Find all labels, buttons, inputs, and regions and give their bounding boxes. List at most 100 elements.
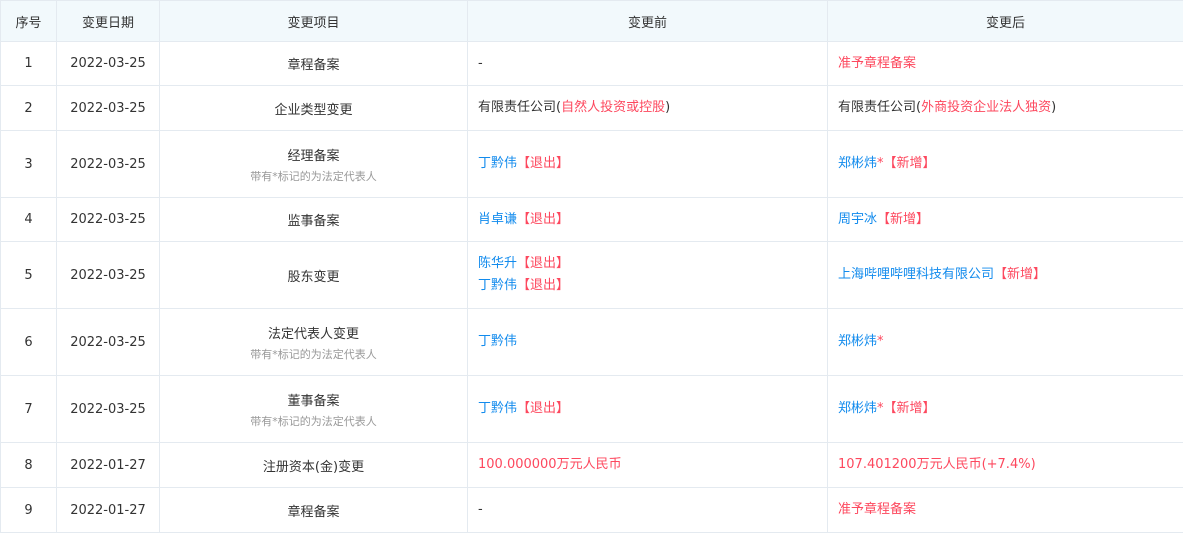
before-cell-line: 丁黔伟【退出】: [478, 275, 817, 297]
table-row: 52022-03-25股东变更陈华升【退出】丁黔伟【退出】上海哔哩哔哩科技有限公…: [1, 242, 1183, 309]
after-cell: 郑彬炜*【新增】: [828, 131, 1183, 198]
before-cell: 陈华升【退出】丁黔伟【退出】: [468, 242, 828, 309]
before-cell-line: 丁黔伟【退出】: [478, 153, 817, 175]
table-row: 12022-03-25 章程备案 - 准予章程备案: [1, 42, 1183, 86]
change-text: 有限责任公司(: [478, 100, 561, 115]
change-item-label: 章程备案: [287, 505, 339, 520]
before-cell-line: 肖卓谦【退出】: [478, 209, 817, 231]
person-link[interactable]: 郑彬炜: [838, 334, 877, 349]
after-cell-line: 107.401200万元人民币(+7.4%): [838, 454, 1173, 476]
after-cell: 107.401200万元人民币(+7.4%): [828, 443, 1183, 488]
before-cell-line: 丁黔伟【退出】: [478, 398, 817, 420]
change-item-label: 经理备案: [287, 149, 339, 164]
row-date: 2022-03-25: [57, 309, 160, 376]
header-index: 序号: [1, 1, 57, 42]
before-cell-line: 陈华升【退出】: [478, 253, 817, 275]
row-item: 经理备案带有*标记的为法定代表人: [160, 131, 468, 198]
row-index: 1: [1, 42, 57, 86]
before-cell: 丁黔伟【退出】: [468, 376, 828, 443]
change-item-label: 章程备案: [287, 58, 339, 73]
change-text: 【退出】: [517, 401, 569, 416]
row-date: 2022-03-25: [57, 376, 160, 443]
row-date: 2022-01-27: [57, 443, 160, 488]
after-cell-line: 准予章程备案: [838, 499, 1173, 521]
before-cell-line: 100.000000万元人民币: [478, 454, 817, 476]
row-index: 7: [1, 376, 57, 443]
table-header-row: 序号 变更日期 变更项目 变更前 变更后: [1, 1, 1183, 42]
header-before: 变更前: [468, 1, 828, 42]
table-row: 92022-01-27章程备案-准予章程备案: [1, 488, 1183, 533]
header-date: 变更日期: [57, 1, 160, 42]
table-body: 12022-03-25章程备案-准予章程备案22022-03-25企业类型变更有…: [1, 42, 1183, 533]
legal-rep-note: 带有*标记的为法定代表人: [170, 346, 457, 362]
row-date: 2022-03-25: [57, 131, 160, 198]
change-item-label: 法定代表人变更: [268, 327, 359, 342]
before-cell: 丁黔伟【退出】: [468, 131, 828, 198]
after-cell-line: 郑彬炜*【新增】: [838, 153, 1173, 175]
before-cell: 丁黔伟: [468, 309, 828, 376]
change-item-label: 企业类型变更: [274, 103, 352, 118]
after-cell-line: 郑彬炜*: [838, 331, 1173, 353]
person-link[interactable]: 肖卓谦: [478, 212, 517, 227]
row-item: 企业类型变更: [160, 86, 468, 131]
row-item: 章程备案: [160, 488, 468, 533]
row-item: 法定代表人变更带有*标记的为法定代表人: [160, 309, 468, 376]
change-item-label: 董事备案: [287, 394, 339, 409]
person-link[interactable]: 丁黔伟: [478, 278, 517, 293]
row-item: 注册资本(金)变更: [160, 443, 468, 488]
before-cell: 100.000000万元人民币: [468, 443, 828, 488]
legal-rep-note: 带有*标记的为法定代表人: [170, 413, 457, 429]
header-item: 变更项目: [160, 1, 468, 42]
change-text: 【新增】: [994, 267, 1046, 282]
table-row: 22022-03-25企业类型变更有限责任公司(自然人投资或控股)有限责任公司(…: [1, 86, 1183, 131]
person-link[interactable]: 丁黔伟: [478, 334, 517, 349]
change-text: 100.000000万元人民币: [478, 457, 622, 472]
before-cell-line: -: [478, 53, 817, 75]
person-link[interactable]: 陈华升: [478, 256, 517, 271]
row-index: 5: [1, 242, 57, 309]
after-cell: 郑彬炜*: [828, 309, 1183, 376]
person-link[interactable]: 丁黔伟: [478, 401, 517, 416]
person-link[interactable]: 上海哔哩哔哩科技有限公司: [838, 267, 994, 282]
change-item-label: 股东变更: [287, 270, 339, 285]
change-text: 有限责任公司(: [838, 100, 921, 115]
person-link[interactable]: 郑彬炜: [838, 156, 877, 171]
before-cell-line: -: [478, 499, 817, 521]
table-row: 42022-03-25监事备案肖卓谦【退出】周宇冰【新增】: [1, 198, 1183, 242]
table-row: 32022-03-25经理备案带有*标记的为法定代表人丁黔伟【退出】郑彬炜*【新…: [1, 131, 1183, 198]
person-link[interactable]: 郑彬炜: [838, 401, 877, 416]
after-cell-line: 周宇冰【新增】: [838, 209, 1173, 231]
after-cell-line: 有限责任公司(外商投资企业法人独资): [838, 97, 1173, 119]
row-item: 监事备案: [160, 198, 468, 242]
row-index: 3: [1, 131, 57, 198]
row-index: 4: [1, 198, 57, 242]
after-cell: 周宇冰【新增】: [828, 198, 1183, 242]
change-text: 【退出】: [517, 212, 569, 227]
after-cell: 准予章程备案: [828, 42, 1183, 86]
row-item: 章程备案: [160, 42, 468, 86]
table-row: 82022-01-27注册资本(金)变更100.000000万元人民币107.4…: [1, 443, 1183, 488]
change-text: 【新增】: [884, 401, 936, 416]
row-item: 股东变更: [160, 242, 468, 309]
change-text: 【退出】: [517, 256, 569, 271]
change-text: ): [665, 100, 670, 115]
change-text: -: [478, 502, 483, 517]
change-text: ): [1051, 100, 1056, 115]
table-row: 62022-03-25法定代表人变更带有*标记的为法定代表人丁黔伟郑彬炜*: [1, 309, 1183, 376]
row-item: 董事备案带有*标记的为法定代表人: [160, 376, 468, 443]
after-cell: 郑彬炜*【新增】: [828, 376, 1183, 443]
change-text: 【退出】: [517, 278, 569, 293]
change-text: 107.401200万元人民币(+7.4%): [838, 457, 1036, 472]
change-item-label: 注册资本(金)变更: [263, 460, 364, 475]
person-link[interactable]: 周宇冰: [838, 212, 877, 227]
change-item-label: 监事备案: [287, 214, 339, 229]
after-cell: 上海哔哩哔哩科技有限公司【新增】: [828, 242, 1183, 309]
row-date: 2022-03-25: [57, 42, 160, 86]
person-link[interactable]: 丁黔伟: [478, 156, 517, 171]
change-text: *: [877, 334, 884, 349]
change-text: 自然人投资或控股: [561, 100, 665, 115]
row-date: 2022-03-25: [57, 86, 160, 131]
before-cell: 肖卓谦【退出】: [468, 198, 828, 242]
change-text: 【退出】: [517, 156, 569, 171]
change-text: -: [478, 56, 483, 71]
